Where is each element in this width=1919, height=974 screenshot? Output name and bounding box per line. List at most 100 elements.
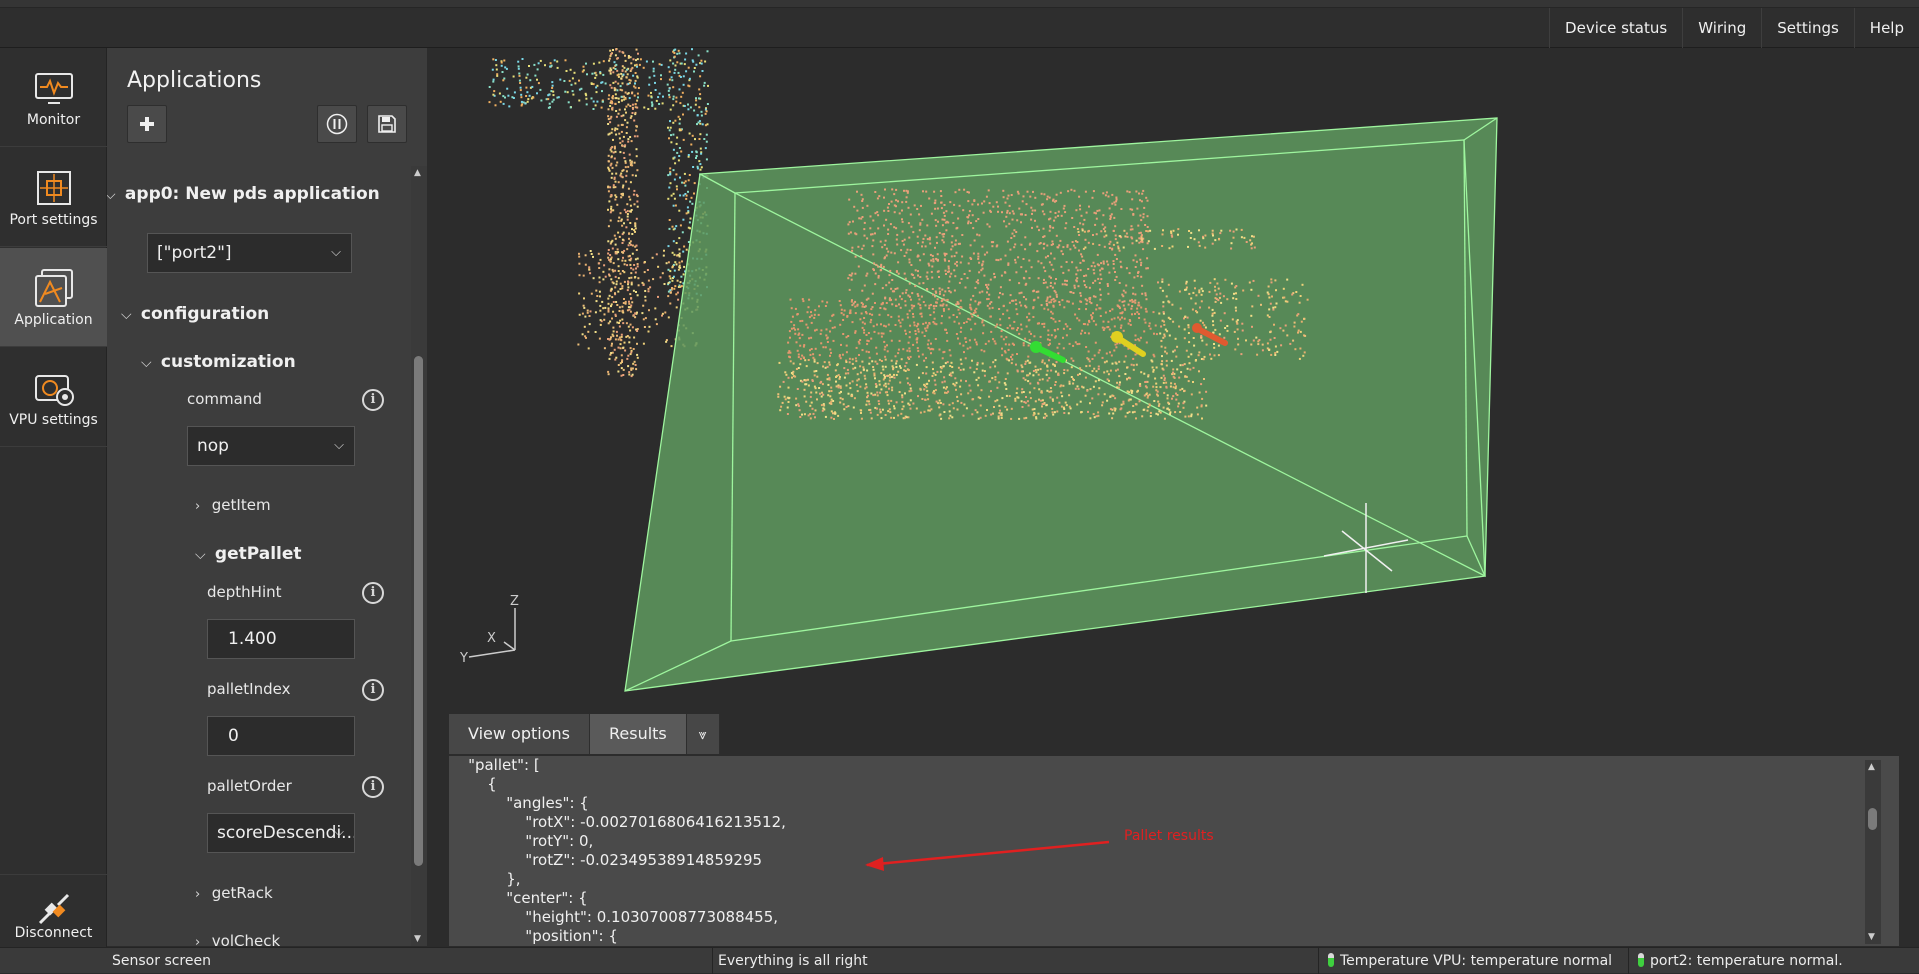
point <box>912 343 915 346</box>
info-icon[interactable]: i <box>362 389 384 411</box>
point <box>610 287 613 290</box>
point <box>1051 407 1054 410</box>
nav-monitor[interactable]: Monitor <box>0 48 107 147</box>
point <box>1172 229 1175 232</box>
point <box>1143 330 1146 333</box>
point <box>836 363 839 366</box>
point <box>1123 300 1126 303</box>
point <box>704 108 707 111</box>
point <box>889 223 892 226</box>
point <box>551 81 554 84</box>
point <box>1123 360 1126 363</box>
info-icon[interactable]: i <box>362 679 384 701</box>
point <box>1074 313 1077 316</box>
point <box>1014 243 1017 246</box>
tab-view-options[interactable]: View options <box>449 714 590 754</box>
point <box>626 73 629 76</box>
pointcloud-scene[interactable]: Z X Y <box>427 48 1919 708</box>
point <box>1092 312 1094 315</box>
point <box>1128 391 1131 394</box>
point <box>1063 408 1066 410</box>
tree-customization[interactable]: ⌵ customization <box>141 352 296 372</box>
settings-button[interactable]: Settings <box>1761 8 1854 48</box>
tree-getitem[interactable]: › getItem <box>195 496 271 514</box>
point <box>1102 329 1105 331</box>
point <box>599 319 602 322</box>
collapse-panel-button[interactable]: ⩔ <box>686 714 720 754</box>
point <box>872 219 875 222</box>
panel-scrollbar-thumb[interactable] <box>414 356 423 866</box>
point <box>1142 216 1145 219</box>
point <box>876 197 879 200</box>
info-icon[interactable]: i <box>362 582 384 604</box>
palletorder-select[interactable]: scoreDescendi... ⌵ <box>207 813 355 853</box>
point <box>1252 235 1255 238</box>
tree-getrack[interactable]: › getRack <box>195 884 273 902</box>
point <box>1091 196 1094 199</box>
scroll-down-icon[interactable]: ▼ <box>1868 932 1875 942</box>
point <box>1024 236 1027 239</box>
point <box>932 305 935 307</box>
point <box>1136 275 1139 278</box>
window-strip <box>0 0 1919 8</box>
point <box>500 61 503 64</box>
wiring-button[interactable]: Wiring <box>1682 8 1761 48</box>
pause-button[interactable] <box>317 105 357 143</box>
point <box>612 151 615 154</box>
info-icon[interactable]: i <box>362 776 384 798</box>
point <box>986 298 989 301</box>
scroll-up-icon[interactable]: ▲ <box>414 168 421 178</box>
point <box>620 175 623 178</box>
volcheck-label: volCheck <box>211 932 281 946</box>
command-select[interactable]: nop ⌵ <box>187 426 355 466</box>
disconnect-button[interactable]: Disconnect <box>0 874 107 948</box>
scroll-down-icon[interactable]: ▼ <box>414 934 421 944</box>
tree-volcheck[interactable]: › volCheck <box>195 932 280 946</box>
results-scrollbar-thumb[interactable] <box>1868 808 1877 830</box>
point <box>1058 244 1061 247</box>
point <box>815 391 818 394</box>
point <box>855 383 858 386</box>
point <box>675 96 678 99</box>
point <box>1056 328 1059 331</box>
help-button[interactable]: Help <box>1853 8 1919 48</box>
point <box>863 322 866 325</box>
point <box>1127 303 1130 306</box>
point <box>1203 378 1205 380</box>
point <box>617 270 620 272</box>
save-button[interactable] <box>367 105 407 143</box>
point <box>1078 372 1081 375</box>
ports-select[interactable]: ["port2"] ⌵ <box>147 233 352 273</box>
panel-scrollbar[interactable]: ▲ ▼ <box>411 166 427 946</box>
point <box>1040 399 1043 402</box>
point <box>932 348 935 351</box>
depthhint-input[interactable]: 1.400 <box>207 619 355 659</box>
point <box>876 391 879 394</box>
point <box>529 79 532 82</box>
point <box>905 200 908 203</box>
point <box>629 310 632 313</box>
palletindex-input[interactable]: 0 <box>207 716 355 756</box>
nav-port-settings[interactable]: Port settings <box>0 148 107 247</box>
tab-results[interactable]: Results <box>589 714 687 754</box>
point <box>885 254 888 257</box>
nav-vpu-settings[interactable]: VPU settings <box>0 348 107 447</box>
point <box>520 96 523 99</box>
tree-configuration[interactable]: ⌵ configuration <box>121 304 269 324</box>
tree-app0[interactable]: ⌵ app0: New pds application <box>107 184 380 204</box>
add-application-button[interactable] <box>127 105 167 143</box>
point <box>1165 381 1168 384</box>
point <box>816 362 819 365</box>
scroll-up-icon[interactable]: ▲ <box>1868 762 1875 772</box>
device-status-button[interactable]: Device status <box>1549 8 1682 48</box>
results-scrollbar[interactable]: ▲ ▼ <box>1865 760 1881 944</box>
point <box>997 205 999 208</box>
point <box>1131 301 1134 303</box>
point <box>958 342 961 345</box>
point <box>1140 275 1143 278</box>
point <box>609 254 612 256</box>
nav-application[interactable]: Application <box>0 248 107 347</box>
point <box>1187 415 1190 418</box>
tree-getpallet[interactable]: ⌵ getPallet <box>195 544 302 564</box>
point <box>1268 349 1271 351</box>
